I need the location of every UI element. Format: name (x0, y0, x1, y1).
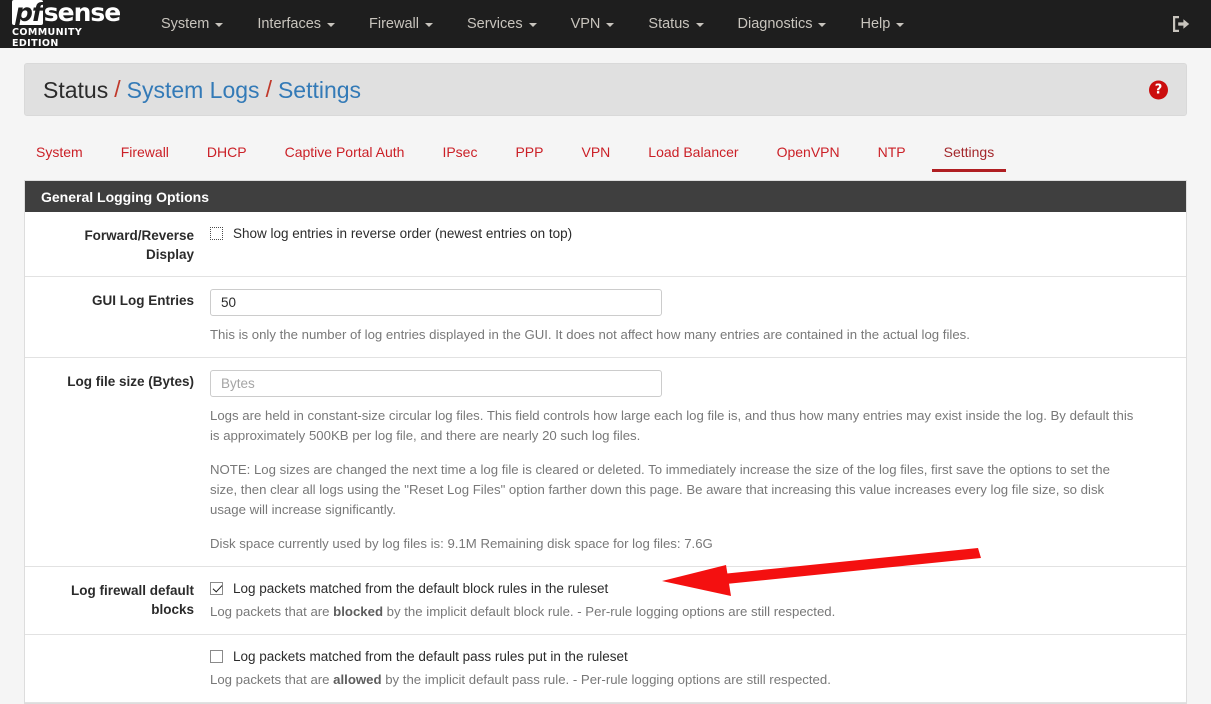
panel-title: General Logging Options (25, 181, 1186, 212)
label-line-1: Log firewall default (70, 583, 194, 598)
main-menu: System Interfaces Firewall Services VPN … (144, 8, 921, 40)
nav-item-diagnostics[interactable]: Diagnostics (721, 8, 844, 40)
tab-ntp[interactable]: NTP (866, 140, 918, 172)
reverse-order-label: Show log entries in reverse order (newes… (233, 226, 573, 241)
default-pass-rules-help: Log packets that are allowed by the impl… (210, 670, 1140, 690)
nav-item-label: System (161, 16, 210, 32)
chevron-down-icon (896, 23, 905, 27)
row-forward-reverse-display: Forward/Reverse Display Show log entries… (25, 212, 1186, 277)
sign-out-icon (1173, 16, 1190, 32)
tab-system[interactable]: System (24, 140, 95, 172)
tab-settings[interactable]: Settings (931, 140, 1007, 172)
chevron-down-icon (327, 23, 336, 27)
label-forward-reverse-display: Forward/Reverse Display (84, 228, 194, 262)
log-file-size-help-2: NOTE: Log sizes are changed the next tim… (210, 462, 1110, 517)
breadcrumb: Status / System Logs / Settings ? (24, 63, 1187, 116)
help-post: by the implicit default pass rule. - Per… (381, 672, 831, 687)
help-pre: Log packets that are (210, 672, 334, 687)
disk-space-status: Disk space currently used by log files i… (210, 536, 713, 551)
help-post: by the implicit default block rule. - Pe… (383, 604, 836, 619)
log-file-size-input[interactable] (210, 370, 662, 397)
label-log-file-size: Log file size (Bytes) (67, 374, 194, 389)
breadcrumb-system-logs[interactable]: System Logs (127, 77, 260, 103)
label-log-firewall-default-pass (25, 647, 210, 690)
help-emphasis: blocked (333, 604, 384, 619)
body-forward-reverse-display: Show log entries in reverse order (newes… (210, 224, 1186, 264)
general-logging-options-panel: General Logging Options Forward/Reverse … (24, 180, 1187, 704)
nav-item-label: Help (860, 16, 891, 32)
help-icon[interactable]: ? (1149, 80, 1168, 99)
breadcrumb-settings[interactable]: Settings (278, 77, 361, 103)
default-block-rules-help: Log packets that are blocked by the impl… (210, 602, 1140, 622)
nav-item-label: Interfaces (257, 16, 322, 32)
body-log-file-size: Logs are held in constant-size circular … (210, 370, 1186, 554)
reverse-order-checkbox[interactable] (210, 227, 223, 240)
breadcrumb-root: Status (43, 76, 109, 103)
help-pre: Log packets that are (210, 604, 334, 619)
top-navbar: pf sense COMMUNITY EDITION System Interfa… (0, 0, 1211, 49)
default-block-rules-checkbox[interactable] (210, 582, 223, 595)
tab-ppp[interactable]: PPP (503, 140, 555, 172)
breadcrumb-separator: / (114, 76, 121, 102)
tab-ipsec[interactable]: IPsec (430, 140, 489, 172)
chevron-down-icon (424, 23, 433, 27)
log-tabs: System Firewall DHCP Captive Portal Auth… (0, 130, 1211, 172)
breadcrumb-wrapper: Status / System Logs / Settings ? (0, 48, 1211, 116)
tab-captive-portal-auth[interactable]: Captive Portal Auth (273, 140, 417, 172)
tab-openvpn[interactable]: OpenVPN (765, 140, 852, 172)
logout-button[interactable] (1171, 15, 1191, 33)
nav-item-label: VPN (570, 16, 601, 32)
gui-log-entries-input[interactable] (210, 289, 662, 316)
brand-sense: sense (43, 0, 121, 27)
label-log-firewall-default-blocks: Log firewall default blocks (25, 579, 210, 622)
body-gui-log-entries: This is only the number of log entries d… (210, 289, 1186, 345)
brand-pf: pf (12, 0, 43, 25)
nav-item-label: Status (648, 16, 690, 32)
nav-item-vpn[interactable]: VPN (554, 8, 632, 40)
gui-log-entries-help: This is only the number of log entries d… (210, 327, 970, 342)
nav-item-system[interactable]: System (144, 8, 240, 40)
tab-vpn[interactable]: VPN (569, 140, 622, 172)
pfsense-logo[interactable]: pf sense COMMUNITY EDITION (4, 0, 126, 49)
brand-subtitle: COMMUNITY EDITION (12, 26, 83, 49)
nav-item-status[interactable]: Status (631, 8, 720, 40)
default-block-rules-label: Log packets matched from the default blo… (233, 581, 609, 596)
default-pass-rules-checkbox[interactable] (210, 650, 223, 663)
chevron-down-icon (695, 23, 704, 27)
row-gui-log-entries: GUI Log Entries This is only the number … (25, 277, 1186, 358)
nav-item-label: Services (466, 16, 523, 32)
nav-item-label: Diagnostics (737, 16, 813, 32)
label-gui-log-entries: GUI Log Entries (91, 293, 194, 308)
nav-item-help[interactable]: Help (843, 8, 921, 40)
nav-item-firewall[interactable]: Firewall (352, 8, 450, 40)
chevron-down-icon (215, 23, 224, 27)
reverse-order-checkbox-row[interactable]: Show log entries in reverse order (newes… (210, 224, 1166, 243)
default-pass-rules-label: Log packets matched from the default pas… (233, 649, 628, 664)
chevron-down-icon (528, 23, 537, 27)
tab-dhcp[interactable]: DHCP (195, 140, 259, 172)
body-log-firewall-default-blocks: Log packets matched from the default blo… (210, 579, 1186, 622)
chevron-down-icon (606, 23, 615, 27)
nav-item-services[interactable]: Services (450, 8, 554, 40)
tab-load-balancer[interactable]: Load Balancer (636, 140, 750, 172)
row-log-firewall-default-blocks: Log firewall default blocks Log packets … (25, 567, 1186, 635)
brand-wordmark: pf sense (12, 0, 121, 27)
body-log-firewall-default-pass: Log packets matched from the default pas… (210, 647, 1186, 690)
row-log-file-size: Log file size (Bytes) Logs are held in c… (25, 358, 1186, 567)
breadcrumb-separator: / (265, 76, 272, 102)
label-line-2: blocks (151, 602, 194, 617)
nav-item-interfaces[interactable]: Interfaces (240, 8, 352, 40)
help-emphasis: allowed (333, 672, 382, 687)
default-pass-rules-checkbox-row[interactable]: Log packets matched from the default pas… (210, 647, 1166, 666)
row-log-firewall-default-pass: Log packets matched from the default pas… (25, 635, 1186, 703)
chevron-down-icon (818, 23, 827, 27)
default-block-rules-checkbox-row[interactable]: Log packets matched from the default blo… (210, 579, 1166, 598)
nav-item-label: Firewall (369, 16, 419, 32)
tab-firewall[interactable]: Firewall (109, 140, 181, 172)
log-file-size-help-1: Logs are held in constant-size circular … (210, 408, 1134, 443)
